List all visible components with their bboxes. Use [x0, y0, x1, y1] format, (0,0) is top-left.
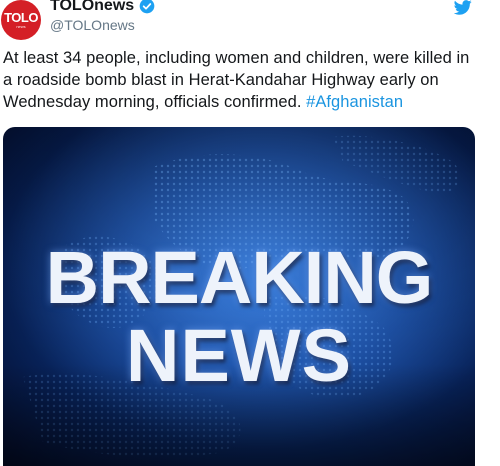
twitter-bird-icon[interactable] [454, 0, 472, 15]
display-name[interactable]: TOLOnews [50, 0, 134, 15]
news-headline: NEWS [126, 314, 352, 397]
avatar-logo-subtext: news [16, 23, 26, 29]
breaking-headline: BREAKING [45, 236, 434, 319]
avatar-logo-text: TOLO [4, 9, 38, 25]
name-row: TOLOnews [50, 0, 155, 15]
hashtag-link[interactable]: #Afghanistan [306, 93, 403, 111]
account-handle[interactable]: @TOLOnews [50, 17, 135, 33]
tweet-image[interactable]: BREAKING NEWS [3, 127, 475, 466]
tweet-text: At least 34 people, including women and … [3, 47, 483, 113]
verified-badge-icon [139, 0, 155, 14]
avatar[interactable]: TOLO news [1, 0, 41, 40]
tweet-header: TOLO news TOLOnews @TOLOnews [0, 0, 500, 42]
